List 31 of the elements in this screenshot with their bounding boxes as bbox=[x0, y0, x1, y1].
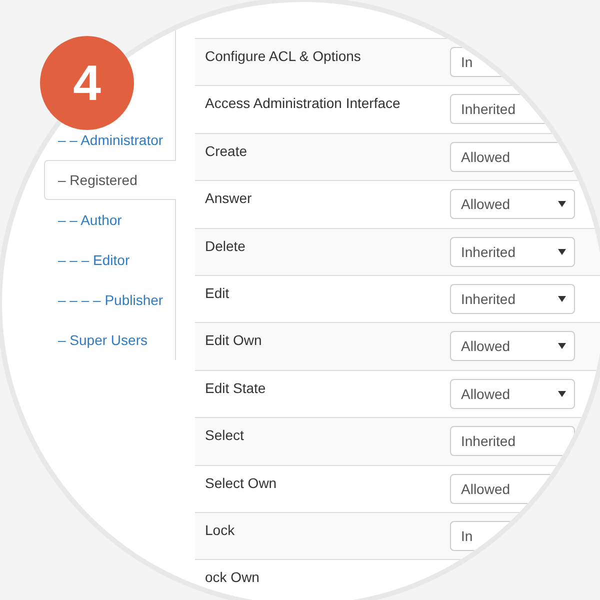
action-label: Select Own bbox=[204, 474, 278, 493]
action-label: Edit State bbox=[204, 378, 267, 398]
permission-select[interactable]: Allowed bbox=[450, 331, 575, 362]
group-tab[interactable]: – – Author bbox=[44, 210, 122, 230]
group-tab[interactable]: – Registered bbox=[44, 160, 176, 200]
action-label: Delete bbox=[204, 236, 246, 256]
group-tab[interactable]: – Super Users bbox=[44, 330, 148, 350]
group-tab[interactable]: – – Administrator bbox=[44, 130, 164, 150]
caret-icon bbox=[558, 343, 566, 350]
permission-select[interactable]: Inherited bbox=[450, 284, 575, 314]
caret-icon bbox=[558, 201, 566, 208]
caret-icon bbox=[558, 390, 566, 397]
action-label: Access Administration Interface bbox=[204, 94, 402, 114]
step-badge: 4 bbox=[40, 36, 134, 130]
action-label: ock Own bbox=[204, 568, 260, 588]
permission-select[interactable]: Inherited bbox=[450, 426, 575, 456]
group-tab[interactable]: – – – – Publisher bbox=[44, 290, 164, 310]
action-label: Answer bbox=[204, 189, 253, 208]
action-label: Configure ACL & Options bbox=[204, 47, 362, 66]
action-label: Lock bbox=[204, 520, 236, 540]
action-label: Edit bbox=[204, 284, 230, 303]
action-label: Edit Own bbox=[204, 331, 263, 350]
permission-select[interactable]: Allowed bbox=[450, 189, 575, 220]
caret-icon bbox=[558, 296, 566, 302]
action-label: Select bbox=[204, 426, 245, 446]
action-label: Create bbox=[204, 142, 248, 161]
permission-select[interactable]: Allowed bbox=[450, 142, 575, 172]
permission-select[interactable]: Allowed bbox=[450, 378, 575, 409]
permission-select[interactable]: Inherited bbox=[450, 236, 575, 267]
caret-icon bbox=[558, 248, 566, 255]
group-tab[interactable]: – – – Editor bbox=[44, 250, 130, 270]
